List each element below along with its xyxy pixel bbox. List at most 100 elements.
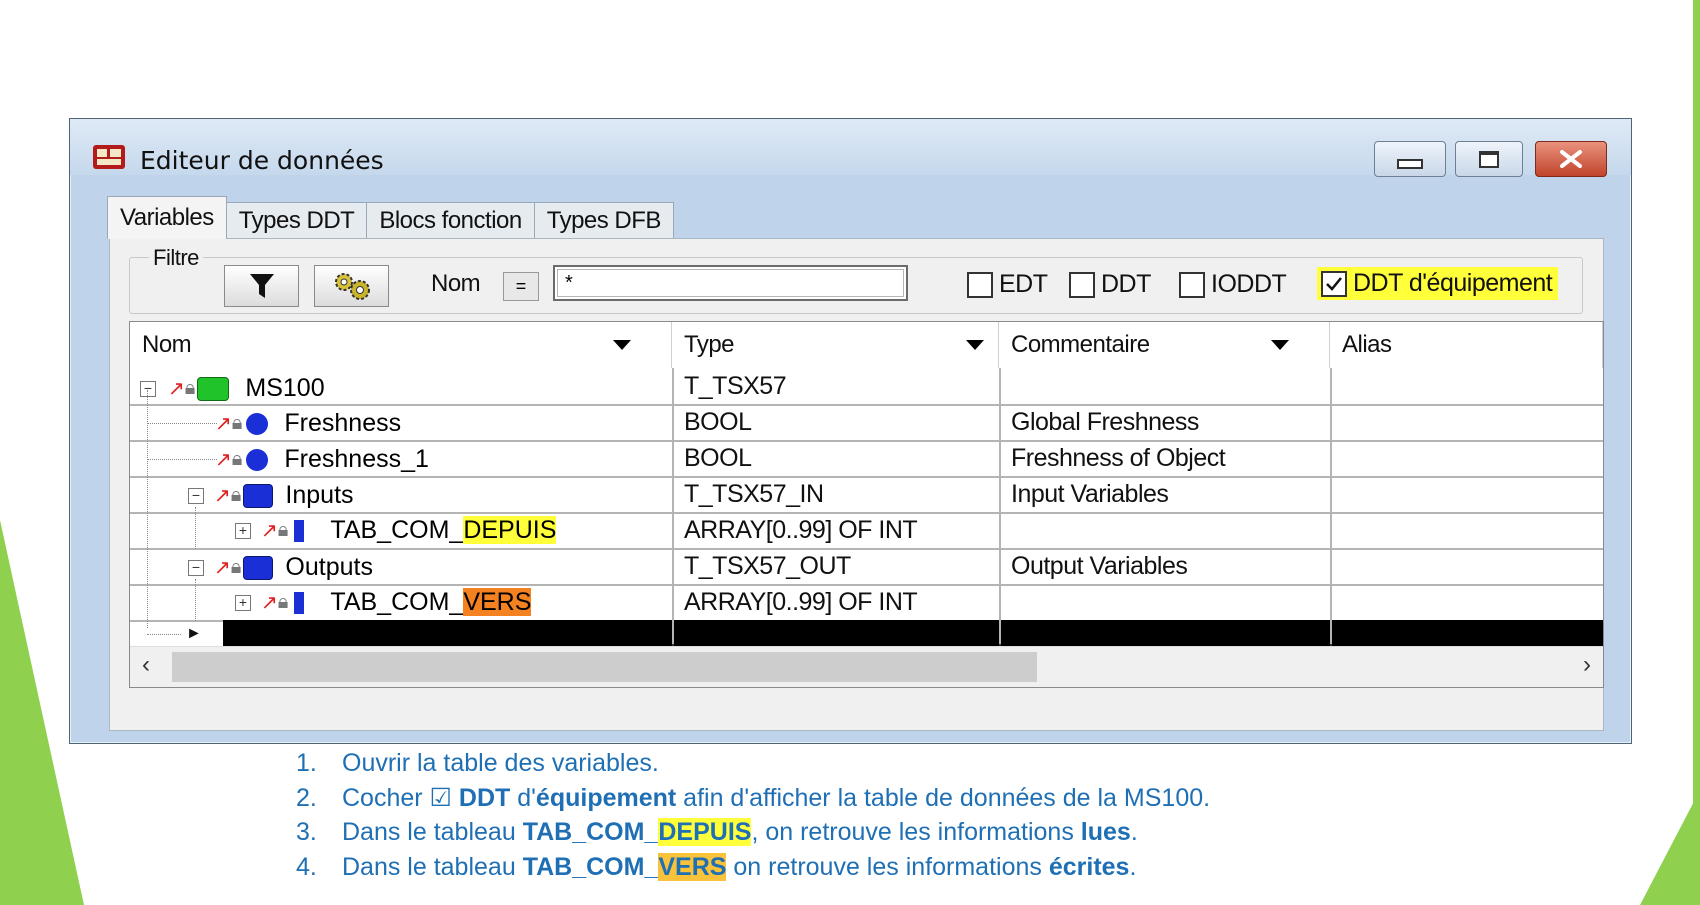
type-cell: BOOL — [684, 443, 752, 472]
chevron-down-icon[interactable] — [1271, 340, 1289, 350]
text-fragment: . — [1129, 852, 1137, 881]
variable-name: Outputs — [285, 553, 373, 581]
chevron-down-icon[interactable] — [966, 340, 984, 350]
tab-types-ddt[interactable]: Types DDT — [225, 202, 368, 239]
expand-icon[interactable]: + — [235, 522, 251, 539]
column-header-nom[interactable]: Nom — [130, 322, 672, 368]
type-cell: ARRAY[0..99] OF INT — [684, 515, 918, 544]
instruction-text: Dans le tableau TAB_COM_VERS on retrouve… — [342, 850, 1136, 885]
lock-icon: 🔒︎ — [231, 412, 243, 434]
scroll-right-icon[interactable]: › — [1583, 651, 1591, 679]
variable-name: TAB_COM_VERS — [330, 588, 532, 617]
variables-grid: Nom Type Commentaire Alias − ↗ 🔒︎ MS100 … — [129, 321, 1604, 688]
editor-tabs: Variables Types DDT Blocs fonction Types… — [107, 196, 674, 239]
horizontal-scrollbar[interactable]: ‹ › — [130, 646, 1603, 687]
table-row[interactable]: ↗ 🔒︎ Freshness BOOL Global Freshness — [130, 404, 1603, 442]
table-row[interactable]: − ↗ 🔒︎ Inputs T_TSX57_IN Input Variables — [130, 476, 1603, 514]
collapse-icon[interactable]: − — [140, 380, 156, 397]
column-header-label: Type — [684, 331, 735, 358]
link-arrow-icon: ↗ — [215, 449, 232, 471]
scroll-left-icon[interactable]: ‹ — [142, 651, 150, 679]
structure-icon-green — [197, 376, 230, 401]
checkbox-edt[interactable]: EDT — [967, 270, 1048, 299]
comment-cell: Freshness of Object — [1011, 443, 1226, 472]
collapse-icon[interactable]: − — [188, 559, 204, 576]
list-number: 3. — [296, 818, 317, 846]
list-item: 2. Cocher ☑ DDT d'équipement afin d'affi… — [296, 781, 1210, 816]
checkbox-ddt-equipement[interactable]: DDT d'équipement — [1317, 267, 1559, 300]
checkbox-label: IODDT — [1211, 270, 1287, 298]
maximize-button[interactable] — [1455, 141, 1523, 177]
column-header-commentaire[interactable]: Commentaire — [999, 322, 1330, 368]
list-number: 2. — [296, 783, 317, 812]
array-variable-icon — [294, 519, 305, 542]
checkbox-ioddt[interactable]: IODDT — [1179, 270, 1287, 299]
table-row[interactable]: − ↗ 🔒︎ MS100 T_TSX57 — [130, 368, 1603, 406]
minimize-icon — [1397, 159, 1423, 169]
name-filter-label: Nom — [431, 270, 481, 297]
scrollbar-thumb[interactable] — [172, 652, 1037, 682]
comment-cell: Input Variables — [1011, 479, 1169, 508]
tab-variables[interactable]: Variables — [107, 196, 227, 239]
table-row[interactable]: − ↗ 🔒︎ Outputs T_TSX57_OUT Output Variab… — [130, 548, 1603, 586]
column-header-type[interactable]: Type — [672, 322, 999, 368]
checkbox-ddt[interactable]: DDT — [1069, 270, 1151, 299]
table-row[interactable]: + ↗ 🔒︎ TAB_COM_DEPUIS ARRAY[0..99] OF IN… — [130, 512, 1603, 550]
tab-label: Variables — [120, 204, 214, 231]
list-item: 4. Dans le tableau TAB_COM_VERS on retro… — [296, 850, 1210, 885]
checkbox-box — [1069, 271, 1095, 298]
close-button[interactable] — [1535, 141, 1607, 177]
table-row[interactable]: ↗ 🔒︎ Freshness_1 BOOL Freshness of Objec… — [130, 440, 1603, 478]
text-highlight-vers: VERS — [658, 852, 727, 881]
expand-icon[interactable]: + — [235, 594, 251, 611]
list-item: 1. Ouvrir la table des variables. — [296, 746, 1210, 781]
close-icon — [1560, 150, 1582, 168]
type-cell: ARRAY[0..99] OF INT — [684, 587, 918, 616]
tab-types-dfb[interactable]: Types DFB — [533, 202, 674, 239]
funnel-icon — [249, 274, 274, 298]
column-header-alias[interactable]: Alias — [1330, 322, 1603, 368]
list-item: 3. Dans le tableau TAB_COM_DEPUIS, on re… — [296, 815, 1210, 850]
text-bold: équipement — [535, 783, 677, 812]
tree-guide — [147, 634, 181, 635]
table-row[interactable]: + ↗ 🔒︎ TAB_COM_VERS ARRAY[0..99] OF INT — [130, 584, 1603, 622]
name-filter-input[interactable] — [553, 265, 908, 301]
tab-blocs-fonction[interactable]: Blocs fonction — [366, 202, 535, 239]
text-bold: DDT — [458, 783, 511, 812]
column-header-label: Nom — [142, 331, 192, 358]
array-variable-icon — [294, 591, 305, 614]
filter-label: Filtre — [149, 245, 203, 271]
new-row-pointer-icon: ► — [186, 625, 202, 642]
type-cell: T_TSX57 — [684, 371, 787, 400]
name-prefix: TAB_COM_ — [330, 588, 464, 616]
column-header-label: Alias — [1342, 331, 1392, 358]
tree-guide — [147, 459, 217, 460]
tree-guide — [147, 423, 217, 424]
checkbox-label: EDT — [999, 270, 1048, 298]
lock-icon: 🔒︎ — [230, 484, 242, 506]
collapse-icon[interactable]: − — [188, 487, 204, 504]
variable-name: Freshness — [284, 409, 402, 437]
chevron-down-icon[interactable] — [613, 340, 631, 350]
data-editor-window: Editeur de données Variables Types DDT B… — [69, 118, 1632, 744]
operator-label: = — [515, 276, 527, 296]
title-bar: Editeur de données — [70, 119, 1631, 177]
link-arrow-icon: ↗ — [215, 413, 232, 435]
type-cell: T_TSX57_OUT — [684, 551, 851, 580]
structure-icon-blue — [243, 555, 274, 580]
filter-button[interactable] — [224, 265, 299, 307]
restore-icon — [1479, 150, 1499, 168]
window-title: Editeur de données — [140, 146, 384, 175]
checkmark-icon — [1326, 276, 1342, 291]
lock-icon: 🔒︎ — [184, 377, 196, 399]
tree-guide — [147, 390, 148, 628]
tab-label: Types DDT — [238, 207, 355, 234]
variable-name: MS100 — [245, 374, 325, 402]
structure-icon-blue — [243, 483, 274, 508]
name-prefix: TAB_COM_ — [330, 516, 464, 544]
operator-button[interactable]: = — [503, 272, 539, 301]
minimize-button[interactable] — [1374, 141, 1446, 177]
text-bold: lues — [1080, 818, 1131, 846]
checkbox-box — [1179, 271, 1205, 298]
settings-button[interactable] — [314, 265, 389, 307]
